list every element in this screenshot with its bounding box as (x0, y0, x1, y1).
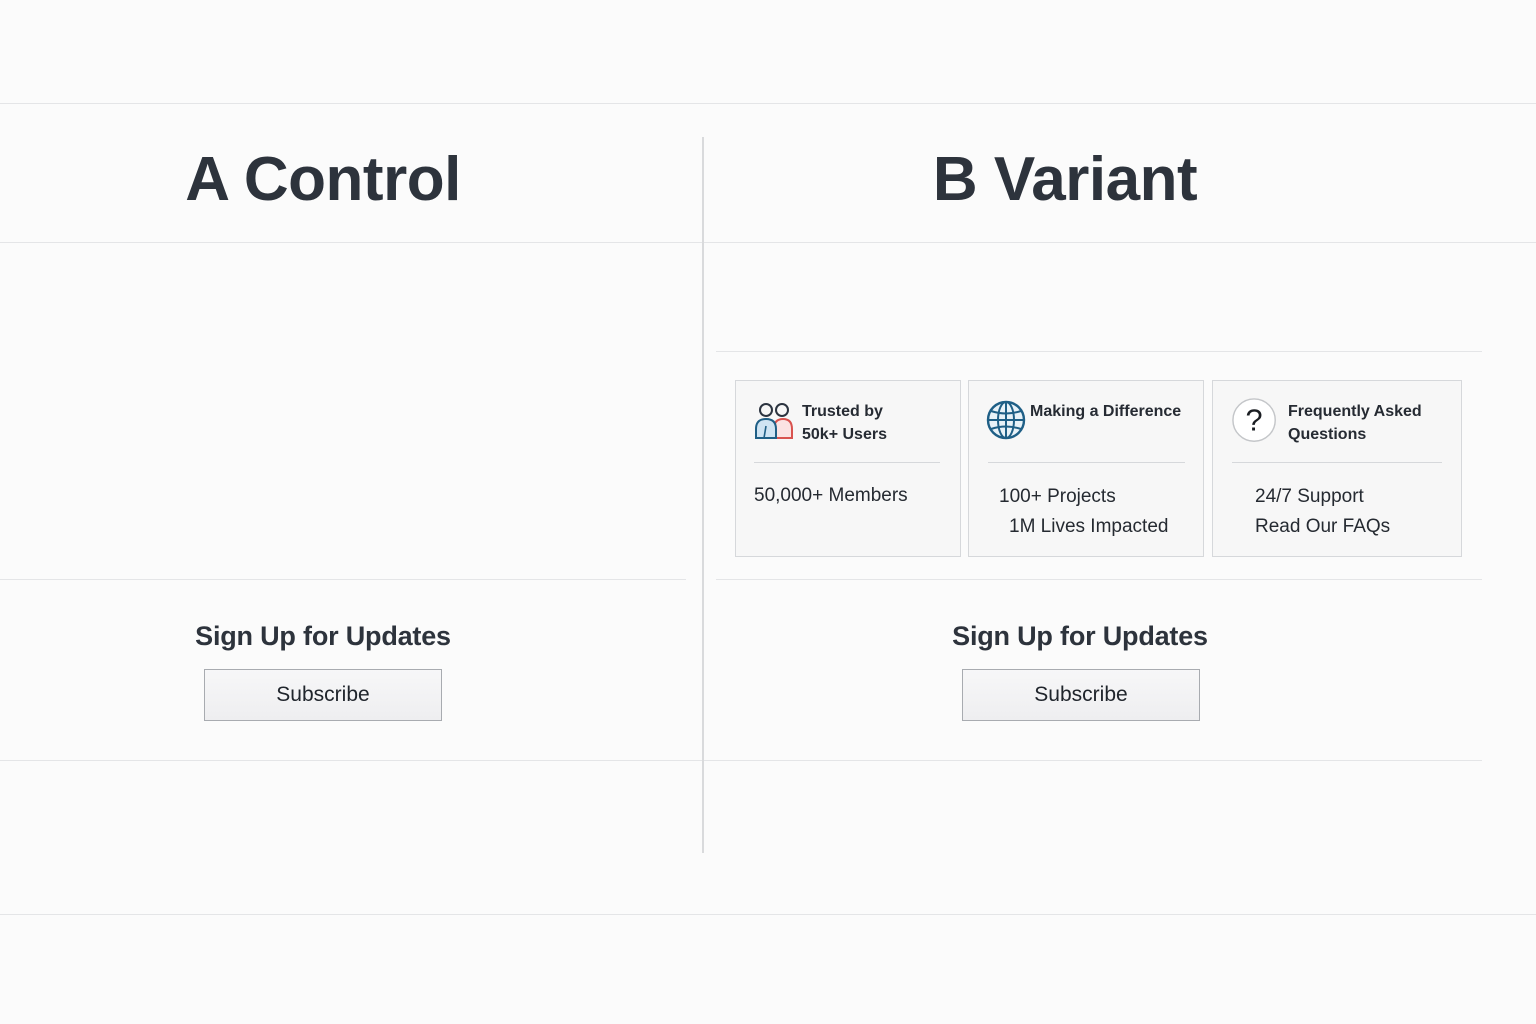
impact-card-lives: 1M Lives Impacted (1009, 516, 1169, 537)
top-divider (0, 103, 1536, 104)
impact-card-heading-line1: Making a Difference (1030, 403, 1182, 420)
variant-b-top-divider (716, 351, 1482, 352)
variant-b-content-divider (716, 579, 1482, 580)
globe-icon (986, 400, 1026, 440)
variant-a-signup-heading: Sign Up for Updates (195, 621, 451, 651)
trust-card-divider (754, 462, 940, 463)
trust-card-members: 50,000+ Members (754, 485, 908, 506)
faq-card-heading-line1: Frequently Asked (1288, 403, 1422, 420)
variant-a-subscribe-button[interactable]: Subscribe (204, 669, 442, 721)
trust-card-heading: Trusted by 50k+ Users (802, 400, 952, 446)
faq-card-support: 24/7 Support (1255, 486, 1364, 507)
impact-card: Making a Difference 100+ Projects 1M Liv… (968, 380, 1204, 557)
bottom-divider (0, 914, 1536, 915)
trust-card-heading-line1: Trusted by (802, 403, 883, 420)
variant-a-content-divider (0, 579, 686, 580)
variant-b-title: B Variant (932, 145, 1198, 214)
impact-card-divider (988, 462, 1185, 463)
column-divider (702, 137, 704, 853)
variant-a-title: A Control (185, 145, 461, 214)
trust-card-heading-line2: 50k+ Users (802, 426, 887, 443)
signup-bottom-divider (0, 760, 1482, 761)
impact-card-heading: Making a Difference (1030, 400, 1200, 423)
faq-card-heading: Frequently Asked Questions (1288, 400, 1458, 446)
header-divider (0, 242, 1536, 243)
question-icon: ? (1232, 398, 1276, 442)
faq-card: ? Frequently Asked Questions 24/7 Suppor… (1212, 380, 1462, 557)
faq-card-read-faqs[interactable]: Read Our FAQs (1255, 512, 1390, 542)
variant-b-subscribe-button[interactable]: Subscribe (962, 669, 1200, 721)
faq-card-divider (1232, 462, 1442, 463)
trust-card: Trusted by 50k+ Users 50,000+ Members (735, 380, 961, 557)
users-icon (755, 403, 793, 439)
impact-card-projects: 100+ Projects (999, 486, 1116, 507)
svg-text:?: ? (1246, 403, 1263, 438)
variant-b-signup-heading: Sign Up for Updates (952, 621, 1208, 651)
faq-card-heading-line2: Questions (1288, 426, 1367, 443)
